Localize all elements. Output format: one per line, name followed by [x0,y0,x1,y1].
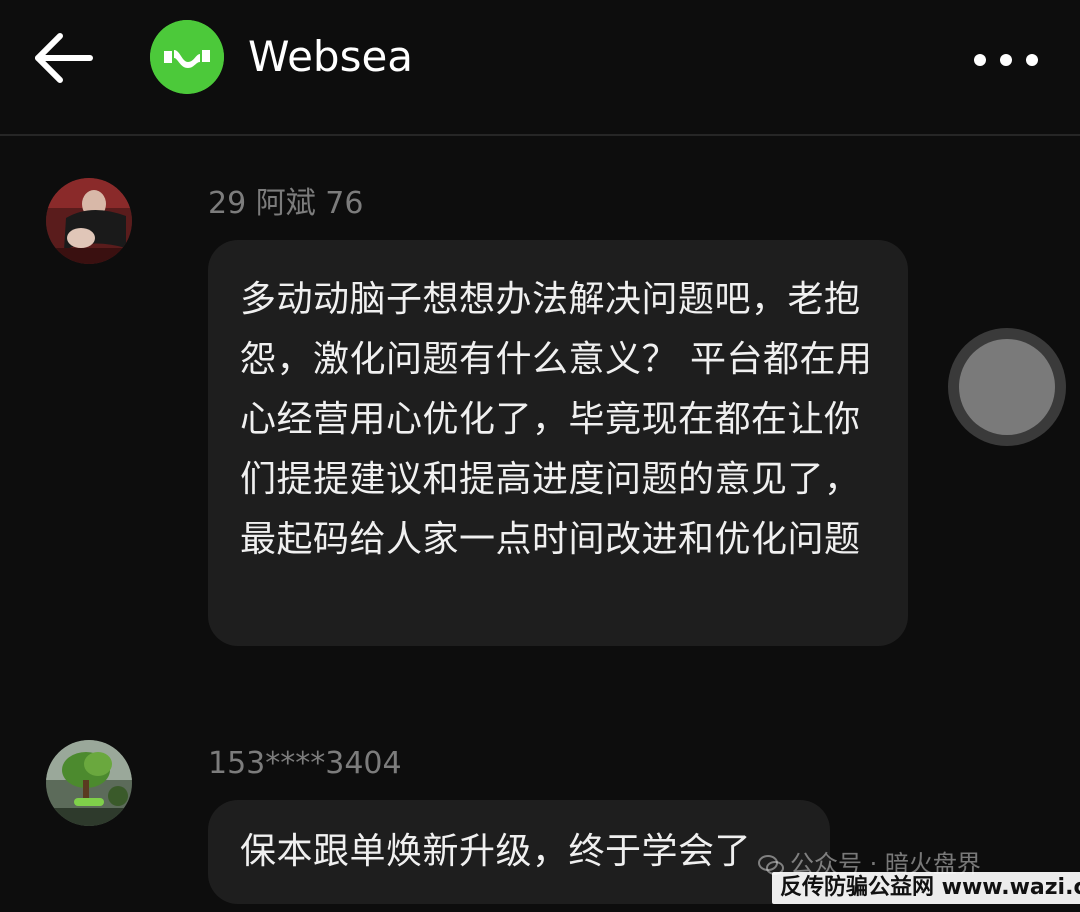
message-bubble[interactable]: 保本跟单焕新升级，终于学会了 [208,800,830,904]
user-photo-icon [46,178,132,264]
site-watermark: 反传防骗公益网 www.wazi.cc [772,872,1080,904]
chat-title: Websea [248,32,414,81]
message-text: 多动动脑子想想办法解决问题吧，老抱怨，激化问题有什么意义？ 平台都在用心经营用心… [240,279,873,560]
arrow-left-icon [35,33,93,83]
sender-name: 153****3404 [208,746,402,781]
assistive-touch-icon [959,339,1055,435]
websea-logo-icon [150,20,224,94]
app-header: Websea [0,0,1080,136]
floating-assistive-button[interactable] [948,328,1066,446]
sender-name: 29 阿斌 76 [208,186,364,221]
message-bubble[interactable]: 多动动脑子想想办法解决问题吧，老抱怨，激化问题有什么意义？ 平台都在用心经营用心… [208,240,908,646]
back-button[interactable] [30,28,96,88]
more-options-button[interactable] [966,40,1046,80]
avatar[interactable] [46,178,132,264]
tree-photo-icon [46,740,132,826]
message-text: 保本跟单焕新升级，终于学会了 [240,831,752,872]
websea-logo [150,20,224,94]
more-horizontal-icon [974,54,1038,66]
avatar[interactable] [46,740,132,826]
